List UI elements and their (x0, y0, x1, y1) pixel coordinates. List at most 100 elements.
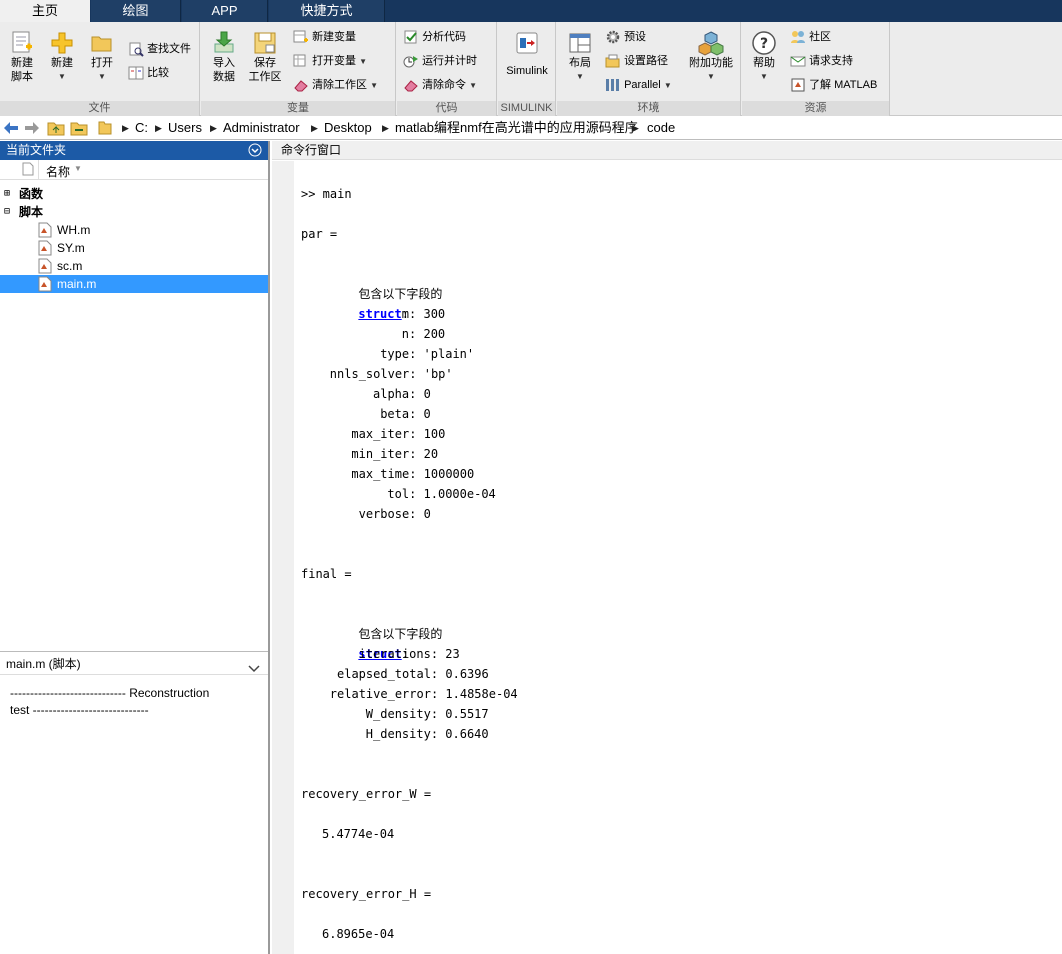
breadcrumb-c[interactable]: C: (135, 117, 148, 139)
breadcrumb-project-folder[interactable]: matlab编程nmf在高光谱中的应用源码程序 (395, 117, 638, 139)
chevron-down-icon: ▼ (370, 81, 379, 90)
chevron-down-icon: ▼ (98, 72, 106, 81)
up-folder-icon[interactable] (47, 117, 65, 143)
breadcrumb-code[interactable]: code (647, 117, 675, 139)
layout-button[interactable]: 布局 ▼ (563, 30, 597, 84)
tab-plots[interactable]: 绘图 (91, 0, 181, 22)
help-icon: ? (752, 31, 776, 55)
command-prompt-line: >> main (301, 187, 352, 201)
run-and-time-button[interactable]: 运行并计时 (403, 51, 477, 71)
command-window[interactable]: 命令行窗口 >> main par = 包含以下字段的 struct: m: 3… (272, 141, 1062, 954)
expand-plus-icon[interactable]: ⊞ (4, 185, 10, 203)
find-files-button[interactable]: 查找文件 (128, 39, 191, 59)
file-name: WH.m (57, 223, 91, 237)
add-ons-button[interactable]: 附加功能 ▼ (685, 30, 737, 84)
forward-icon[interactable] (24, 117, 40, 142)
struct-field-row: n: 200 (402, 324, 445, 344)
learn-matlab-label: 了解 MATLAB (809, 79, 878, 91)
analyze-code-label: 分析代码 (422, 31, 467, 43)
help-button[interactable]: ? 帮助 ▼ (748, 30, 780, 84)
parallel-button[interactable]: Parallel ▼ (605, 75, 672, 95)
set-path-icon (605, 54, 620, 68)
run-and-time-icon (403, 56, 418, 68)
file-item-selected[interactable]: main.m (0, 275, 268, 293)
open-button[interactable]: 打开 ▼ (84, 30, 120, 84)
tree-group-label: 脚本 (19, 205, 44, 219)
open-variable-icon (293, 54, 306, 67)
tab-apps[interactable]: APP (182, 0, 268, 22)
command-window-gutter (272, 161, 294, 954)
name-column-header[interactable]: 名称 ▼ (0, 160, 268, 180)
chevron-down-icon: ▼ (58, 72, 66, 81)
help-label: 帮助 (753, 57, 775, 69)
file-name: sc.m (57, 259, 83, 273)
breadcrumb-administrator[interactable]: Administrator (223, 117, 300, 139)
struct-field-name: verbose: (358, 507, 424, 521)
find-files-label: 查找文件 (147, 43, 192, 55)
current-folder-panel: 当前文件夹 名称 ▼ ⊞ 函数 ⊟ 脚本 WH.m SY.m sc.m main… (0, 141, 270, 954)
parallel-icon (606, 79, 619, 92)
clear-commands-button[interactable]: 清除命令 ▼ (403, 75, 477, 95)
struct-field-value: 20 (423, 447, 439, 461)
folder-icon (97, 117, 113, 143)
struct-field-value: 100 (423, 427, 446, 441)
back-icon[interactable] (3, 117, 19, 142)
set-path-button[interactable]: 设置路径 (605, 51, 668, 71)
tree-group-functions[interactable]: ⊞ 函数 (0, 185, 268, 203)
struct-field-row: min_iter: 20 (351, 444, 438, 464)
toolstrip-tabbar: 主页 绘图 APP 快捷方式 (0, 0, 1062, 22)
breadcrumb-desktop[interactable]: Desktop (324, 117, 372, 139)
file-item[interactable]: SY.m (0, 239, 268, 257)
struct-field-row: W_density: 0.5517 (366, 704, 489, 724)
breadcrumb-separator-icon: ▶ (155, 123, 162, 133)
details-title: main.m (脚本) (6, 657, 81, 671)
section-resources-label: 资源 (742, 101, 889, 116)
request-support-button[interactable]: 请求支持 (790, 51, 853, 71)
new-script-icon (12, 31, 32, 53)
open-variable-button[interactable]: 打开变量 ▼ (293, 51, 367, 71)
output-recovery-w-header: recovery_error_W = (301, 787, 432, 801)
tab-shortcuts[interactable]: 快捷方式 (269, 0, 385, 22)
browse-folder-icon[interactable] (70, 117, 88, 143)
simulink-button[interactable]: Simulink (500, 30, 554, 78)
compare-button[interactable]: 比较 (128, 63, 169, 83)
struct-field-value: 1000000 (423, 467, 475, 481)
parallel-label: Parallel (624, 79, 661, 91)
file-item[interactable]: WH.m (0, 221, 268, 239)
file-name: SY.m (57, 241, 85, 255)
new-variable-button[interactable]: 新建变量 (293, 27, 356, 47)
struct-field-name: W_density: (365, 707, 446, 721)
struct-field-value: 0 (423, 387, 431, 401)
breadcrumb-users[interactable]: Users (168, 117, 202, 139)
file-item[interactable]: sc.m (0, 257, 268, 275)
save-workspace-label: 保存 工作区 (248, 57, 282, 83)
new-script-button[interactable]: 新建 脚本 (4, 30, 40, 84)
struct-field-name: beta: (380, 407, 424, 421)
struct-field-value: 0 (423, 407, 431, 421)
struct-field-row: beta: 0 (380, 404, 431, 424)
struct-field-name: tol: (387, 487, 424, 501)
collapse-minus-icon[interactable]: ⊟ (4, 203, 10, 221)
learn-matlab-icon (791, 78, 805, 92)
chevron-down-icon[interactable] (248, 658, 260, 682)
tree-group-scripts[interactable]: ⊟ 脚本 (0, 203, 268, 221)
new-button[interactable]: 新建 ▼ (44, 30, 80, 84)
struct-field-row: iterations: 23 (359, 644, 460, 664)
command-window-output[interactable]: >> main par = 包含以下字段的 struct: m: 300 n: 2… (301, 161, 1061, 954)
analyze-code-button[interactable]: 分析代码 (403, 27, 466, 47)
struct-field-name: max_time: (351, 467, 424, 481)
save-workspace-button[interactable]: 保存 工作区 (245, 30, 285, 84)
struct-field-value: 23 (445, 647, 460, 661)
community-button[interactable]: 社区 (790, 27, 831, 47)
svg-text:?: ? (760, 36, 768, 52)
tab-home[interactable]: 主页 (0, 0, 90, 22)
struct-link[interactable]: struct (358, 307, 401, 321)
compare-label: 比较 (147, 67, 170, 79)
learn-matlab-button[interactable]: 了解 MATLAB (790, 75, 877, 95)
details-panel-header[interactable]: main.m (脚本) (0, 651, 268, 675)
preferences-button[interactable]: 预设 (605, 27, 646, 47)
import-data-button[interactable]: 导入 数据 (204, 30, 244, 84)
toolstrip-ribbon: 新建 脚本 新建 ▼ 打开 ▼ 查找文件 比较 文件 导入 数据 保存 工作区 … (0, 22, 1062, 116)
clear-workspace-button[interactable]: 清除工作区 ▼ (293, 75, 378, 95)
community-label: 社区 (809, 31, 832, 43)
